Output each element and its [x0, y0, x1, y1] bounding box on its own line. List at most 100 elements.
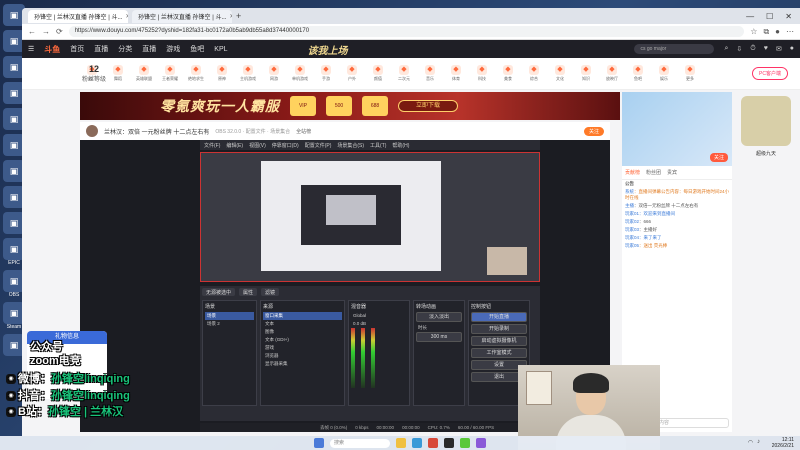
- browser-icon[interactable]: [412, 438, 422, 448]
- close-tab-icon[interactable]: ✕: [229, 13, 232, 20]
- nav-item[interactable]: KPL: [214, 46, 227, 53]
- category-item[interactable]: ◆ 知识: [576, 65, 596, 82]
- source-item[interactable]: 文本 (GDI+): [263, 336, 342, 344]
- header-promo-text[interactable]: 该我上场: [308, 42, 348, 57]
- follow-button[interactable]: 关注: [583, 126, 604, 136]
- nav-item[interactable]: 分类: [118, 44, 132, 54]
- virtual-camera-button[interactable]: 启动虚拟摄像机: [471, 336, 527, 346]
- category-item[interactable]: ◆ 主机游戏: [238, 65, 258, 82]
- close-window-button[interactable]: ✕: [785, 12, 792, 21]
- category-item[interactable]: ◆ 体育: [446, 65, 466, 82]
- source-item[interactable]: 显示器采集: [263, 360, 342, 368]
- category-item[interactable]: ◆ 娱乐: [654, 65, 674, 82]
- source-item[interactable]: 窗口采集: [263, 312, 342, 320]
- chat-username[interactable]: 玩家05: [625, 243, 639, 248]
- live-badge[interactable]: 关注: [709, 153, 728, 162]
- close-tab-icon[interactable]: ✕: [125, 13, 128, 20]
- source-item[interactable]: 游戏: [263, 344, 342, 352]
- chat-username[interactable]: 玩家01: [625, 211, 639, 216]
- studio-mode-button[interactable]: 工作室模式: [471, 348, 527, 358]
- chat-username[interactable]: 系统: [625, 189, 634, 194]
- search-icon[interactable]: ⌕: [724, 45, 728, 53]
- wifi-icon[interactable]: ◠: [748, 439, 753, 446]
- profile-icon[interactable]: ●: [775, 27, 780, 37]
- explorer-icon[interactable]: [396, 438, 406, 448]
- source-item[interactable]: 图像: [263, 328, 342, 336]
- scene-item[interactable]: 场景: [205, 312, 254, 320]
- extensions-icon[interactable]: ⧉: [763, 27, 769, 37]
- category-item[interactable]: ◆ 网游: [264, 65, 284, 82]
- transition-select[interactable]: 淡入淡出: [416, 312, 462, 322]
- nav-item[interactable]: 直播: [94, 44, 108, 54]
- banner-cta-button[interactable]: 立即下载: [398, 100, 458, 112]
- category-item[interactable]: ◆ 二次元: [394, 65, 414, 82]
- forward-icon[interactable]: →: [42, 27, 50, 36]
- source-item[interactable]: 浏览器: [263, 352, 342, 360]
- nav-item[interactable]: 直播: [142, 44, 156, 54]
- rank-label[interactable]: 全站榜: [296, 128, 311, 135]
- reload-icon[interactable]: ⟳: [56, 27, 63, 36]
- app-icon[interactable]: [428, 438, 438, 448]
- obs-menu-item[interactable]: 工具(T): [370, 142, 386, 149]
- start-streaming-button[interactable]: 开始直播: [471, 312, 527, 322]
- chat-username[interactable]: 主播: [625, 203, 634, 208]
- start-recording-button[interactable]: 开始录制: [471, 324, 527, 334]
- chat-username[interactable]: 玩家03: [625, 227, 639, 232]
- duration-field[interactable]: 300 ms: [416, 332, 462, 342]
- game-promo-card[interactable]: 关注: [622, 92, 732, 166]
- nav-item[interactable]: 首页: [70, 44, 84, 54]
- category-item[interactable]: ◆ 王者荣耀: [160, 65, 180, 82]
- category-item[interactable]: ◆ 舞蹈: [108, 65, 128, 82]
- chat-username[interactable]: 玩家02: [625, 219, 639, 224]
- category-item[interactable]: ◆ 鱼吧: [628, 65, 648, 82]
- obs-menu-item[interactable]: 文件(F): [204, 142, 220, 149]
- category-item[interactable]: ◆ 手游: [316, 65, 336, 82]
- obs-menu-item[interactable]: 配置文件(P): [305, 142, 332, 149]
- obs-preview[interactable]: [200, 152, 540, 282]
- chat-username[interactable]: 玩家04: [625, 235, 639, 240]
- browser-tab[interactable]: 孙锋空 | 兰林汉直播 孙锋空 | 斗... ✕: [132, 9, 232, 23]
- star-icon[interactable]: ☆: [750, 27, 757, 37]
- nav-item[interactable]: 鱼吧: [190, 44, 204, 54]
- category-item[interactable]: ◆ 美食: [498, 65, 518, 82]
- hamburger-icon[interactable]: ☰: [28, 45, 34, 53]
- scene-item[interactable]: 场景 2: [205, 320, 254, 328]
- event-card[interactable]: [741, 96, 791, 146]
- follow-icon[interactable]: ♥: [764, 45, 768, 53]
- category-item[interactable]: ◆ 更多: [680, 65, 700, 82]
- start-icon[interactable]: [314, 438, 324, 448]
- message-icon[interactable]: ✉: [776, 45, 782, 53]
- category-item[interactable]: ◆ 英雄联盟: [134, 65, 154, 82]
- menu-icon[interactable]: ⋯: [786, 27, 794, 37]
- user-avatar[interactable]: ●: [790, 45, 794, 53]
- streamer-avatar[interactable]: [86, 125, 98, 137]
- back-icon[interactable]: ←: [28, 27, 36, 36]
- site-logo[interactable]: 斗鱼: [44, 44, 60, 55]
- category-item[interactable]: ◆ 原神: [212, 65, 232, 82]
- obs-menu-item[interactable]: 帮助(H): [392, 142, 409, 149]
- history-icon[interactable]: ⏱: [750, 45, 755, 53]
- tab-vip[interactable]: 贵宾: [667, 169, 677, 176]
- download-icon[interactable]: ⇩: [736, 45, 742, 53]
- pc-client-button[interactable]: PC客户端: [752, 67, 788, 80]
- obs-menu-item[interactable]: 编辑(E): [226, 142, 243, 149]
- taskbar-clock[interactable]: 12:11 2026/2/21: [772, 437, 794, 449]
- category-item[interactable]: ◆ 科技: [472, 65, 492, 82]
- browser-tab[interactable]: 孙锋空 | 兰林汉直播 孙锋空 | 斗... ✕: [28, 9, 128, 23]
- app-icon[interactable]: [476, 438, 486, 448]
- search-input[interactable]: cs go major: [634, 44, 715, 54]
- category-item[interactable]: ◆ 音乐: [420, 65, 440, 82]
- minimize-button[interactable]: —: [746, 12, 754, 21]
- new-tab-icon[interactable]: +: [236, 11, 241, 21]
- maximize-button[interactable]: ☐: [766, 12, 773, 21]
- category-item[interactable]: ◆ 文化: [550, 65, 570, 82]
- obs-menu-item[interactable]: 视图(V): [249, 142, 266, 149]
- obs-menu-item[interactable]: 场景集合(S): [337, 142, 364, 149]
- category-item[interactable]: ◆ 综合: [524, 65, 544, 82]
- category-item[interactable]: ◆ 绝地求生: [186, 65, 206, 82]
- properties-button[interactable]: 属性: [239, 288, 258, 296]
- obs-menu-item[interactable]: 停靠窗口(D): [272, 142, 299, 149]
- source-item[interactable]: 文本: [263, 320, 342, 328]
- volume-icon[interactable]: ♪: [757, 439, 760, 446]
- category-item[interactable]: ◆ 户外: [342, 65, 362, 82]
